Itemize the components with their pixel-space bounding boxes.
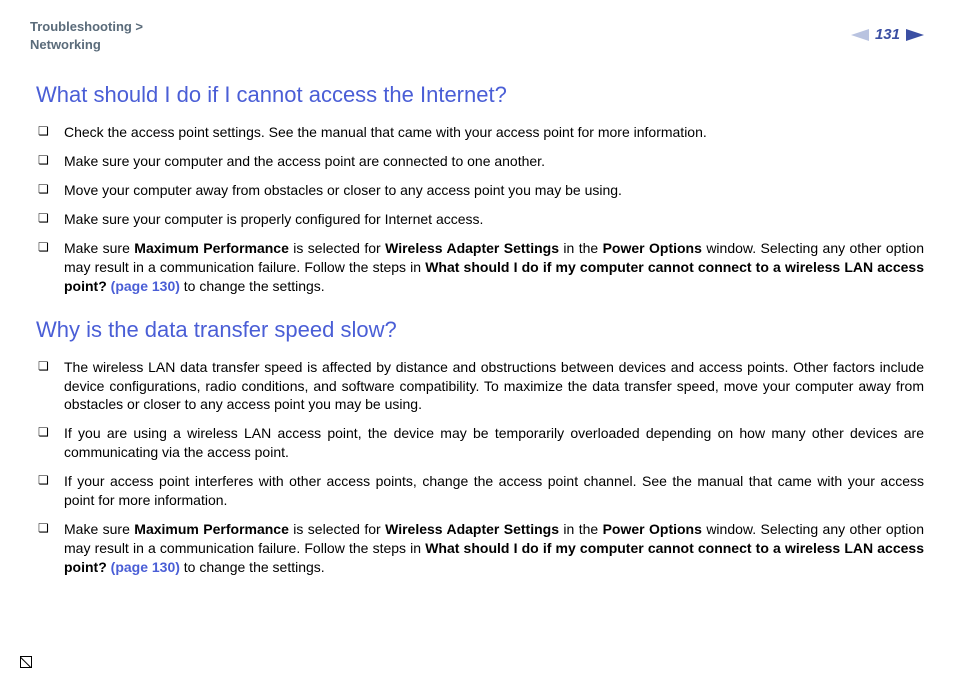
page-header: Troubleshooting > Networking 131 (30, 18, 924, 54)
text-run: is selected for (289, 240, 385, 256)
text-run: The wireless LAN data transfer speed is … (64, 359, 924, 413)
text-run: Make sure your computer is properly conf… (64, 211, 483, 227)
list-item: Move your computer away from obstacles o… (36, 176, 924, 205)
text-run: in the (559, 240, 603, 256)
list-item: Make sure Maximum Performance is selecte… (36, 515, 924, 582)
page-ref-link[interactable]: (page 130) (111, 278, 180, 294)
text-run: is selected for (289, 521, 385, 537)
list-item: Make sure Maximum Performance is selecte… (36, 234, 924, 301)
text-run: Power Options (603, 240, 702, 256)
page-corner-marker (20, 656, 32, 668)
text-run: Wireless Adapter Settings (385, 240, 559, 256)
section-heading: Why is the data transfer speed slow? (36, 317, 924, 343)
text-run: to change the settings. (180, 559, 325, 575)
bullet-list: Check the access point settings. See the… (36, 118, 924, 300)
text-run: Move your computer away from obstacles o… (64, 182, 622, 198)
section-heading: What should I do if I cannot access the … (36, 82, 924, 108)
bullet-list: The wireless LAN data transfer speed is … (36, 353, 924, 582)
list-item: Check the access point settings. See the… (36, 118, 924, 147)
breadcrumb: Troubleshooting > Networking (30, 18, 143, 54)
text-run: Check the access point settings. See the… (64, 124, 707, 140)
text-run: If your access point interferes with oth… (64, 473, 924, 508)
text-run: to change the settings. (180, 278, 325, 294)
text-run: Make sure your computer and the access p… (64, 153, 545, 169)
next-page-icon[interactable] (906, 29, 924, 41)
breadcrumb-line2: Networking (30, 37, 101, 52)
page-content: What should I do if I cannot access the … (30, 82, 924, 581)
text-run: Make sure (64, 240, 134, 256)
prev-page-icon[interactable] (851, 29, 869, 41)
text-run: in the (559, 521, 603, 537)
list-item: The wireless LAN data transfer speed is … (36, 353, 924, 420)
text-run: Wireless Adapter Settings (385, 521, 559, 537)
page-ref-link[interactable]: (page 130) (111, 559, 180, 575)
text-run: Power Options (603, 521, 702, 537)
list-item: If your access point interferes with oth… (36, 467, 924, 515)
breadcrumb-line1: Troubleshooting > (30, 19, 143, 34)
text-run: If you are using a wireless LAN access p… (64, 425, 924, 460)
list-item: Make sure your computer and the access p… (36, 147, 924, 176)
text-run: Make sure (64, 521, 134, 537)
page-nav: 131 (851, 26, 924, 43)
list-item: Make sure your computer is properly conf… (36, 205, 924, 234)
page-number: 131 (875, 26, 900, 43)
list-item: If you are using a wireless LAN access p… (36, 419, 924, 467)
text-run: Maximum Performance (134, 240, 289, 256)
text-run: Maximum Performance (134, 521, 289, 537)
